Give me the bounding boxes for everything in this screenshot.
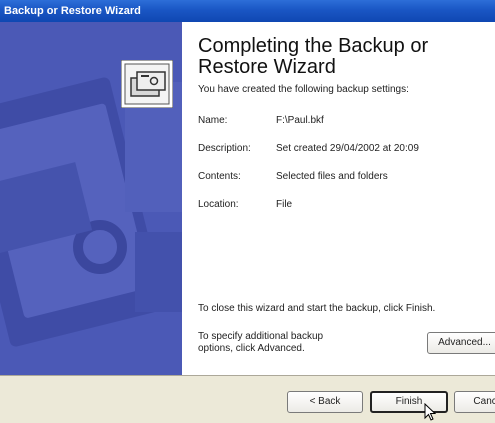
intro-text: You have created the following backup se… bbox=[198, 84, 409, 95]
field-label-contents: Contents: bbox=[198, 171, 241, 182]
finish-instruction: To close this wizard and start the backu… bbox=[198, 303, 436, 314]
backup-cards-icon bbox=[120, 59, 174, 113]
title-bar[interactable]: Backup or Restore Wizard bbox=[0, 0, 495, 22]
wizard-footer: < Back Finish Cancel bbox=[0, 375, 495, 423]
wizard-side-panel bbox=[0, 22, 182, 375]
back-button[interactable]: < Back bbox=[287, 391, 363, 413]
field-value-location: File bbox=[276, 199, 293, 210]
mouse-cursor-icon bbox=[424, 402, 437, 423]
advanced-button[interactable]: Advanced... bbox=[427, 332, 495, 354]
field-value-contents: Selected files and folders bbox=[276, 171, 388, 182]
field-value-description: Set created 29/04/2002 at 20:09 bbox=[276, 143, 419, 154]
page-title: Completing the Backup or Restore Wizard bbox=[198, 35, 429, 78]
wizard-window: Backup or Restore Wizard Completing the … bbox=[0, 0, 495, 423]
advanced-instruction: To specify additional backup options, cl… bbox=[198, 331, 324, 354]
wizard-content: Completing the Backup or Restore Wizard … bbox=[182, 22, 495, 375]
field-value-name: F:\Paul.bkf bbox=[276, 115, 324, 126]
cancel-button[interactable]: Cancel bbox=[454, 391, 495, 413]
field-label-description: Description: bbox=[198, 143, 251, 154]
window-title: Backup or Restore Wizard bbox=[4, 5, 141, 17]
field-label-location: Location: bbox=[198, 199, 239, 210]
field-label-name: Name: bbox=[198, 115, 228, 126]
finish-button[interactable]: Finish bbox=[370, 391, 448, 413]
